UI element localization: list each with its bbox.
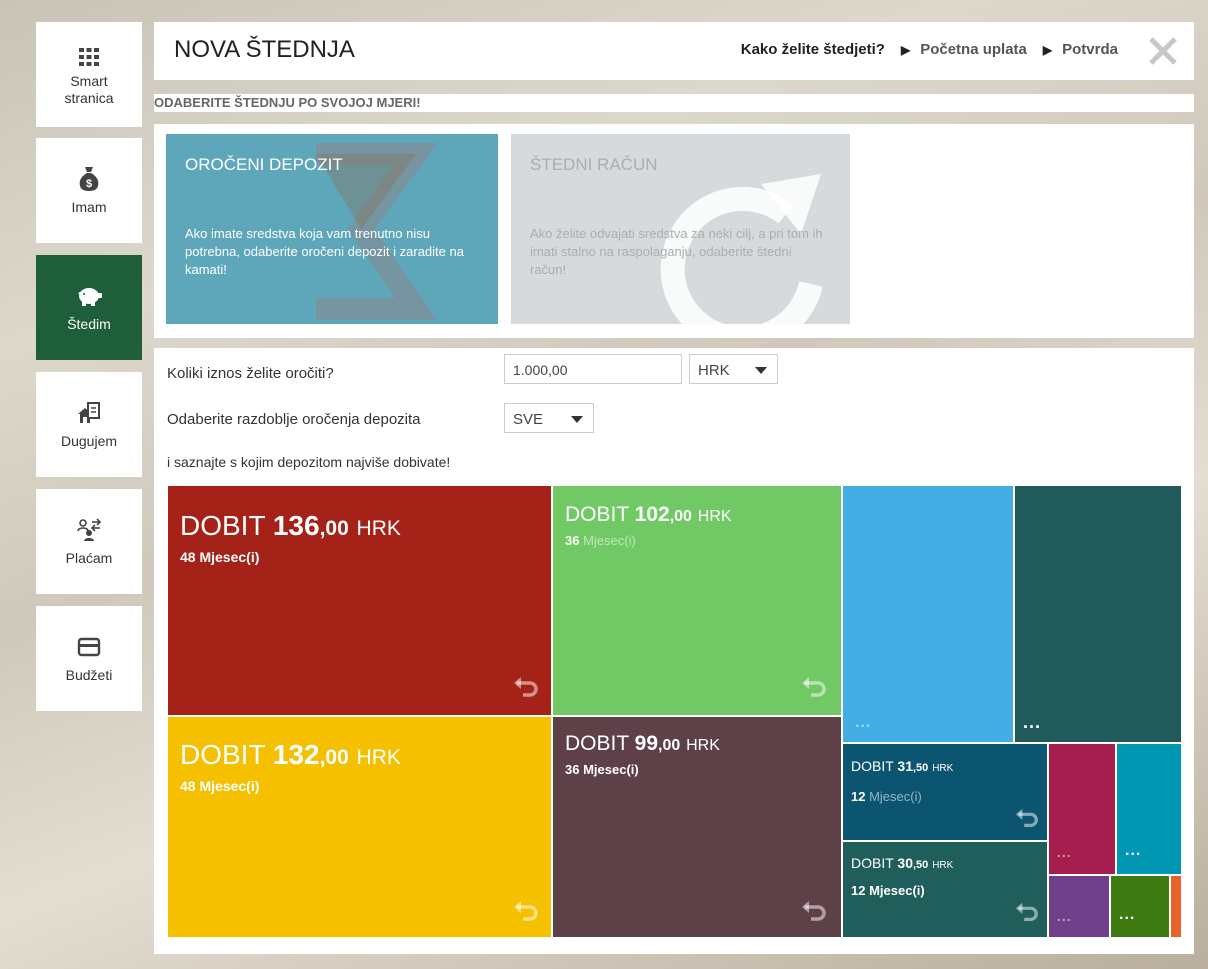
amount-input[interactable]: 1.000,00 [504,354,682,384]
close-icon[interactable] [1148,36,1178,66]
deposit-treemap: DOBIT 136,00 HRK 48 Mjesec(i) DOBIT 102,… [167,485,1182,938]
sidebar-item-stedim[interactable]: Štedim [36,255,142,360]
option-description: Ako želite odvajati sredstva za neki cil… [530,226,823,277]
savings-options: OROČENI DEPOZIT Ako imate sredstva koja … [154,124,1194,338]
subtitle-bar: ODABERITE ŠTEDNJU PO SVOJOJ MJERI! [154,94,1194,112]
undo-icon [514,677,538,697]
deposit-period: 36 Mjesec(i) [565,533,636,548]
deposit-tile[interactable]: DOBIT 136,00 HRK 48 Mjesec(i) [167,485,552,716]
step-initial-payment: Početna uplata [920,41,1027,58]
amount-label: Koliki iznos želite oročiti? [167,365,334,382]
deposit-profit: DOBIT 132,00 HRK [180,739,401,770]
option-term-deposit[interactable]: OROČENI DEPOZIT Ako imate sredstva koja … [166,134,498,324]
wizard-steps: Kako želite štedjeti? ▶ Početna uplata ▶… [741,41,1118,58]
page-title: NOVA ŠTEDNJA [174,36,355,63]
period-select[interactable]: SVE [504,403,594,433]
more-dots: ... [1125,842,1142,859]
hint-text: i saznajte s kojim depozitom najviše dob… [167,454,451,470]
sidebar-item-label: Dugujem [60,433,118,449]
option-savings-account[interactable]: ŠTEDNI RAČUN Ako želite odvajati sredstv… [511,134,850,324]
deposit-tile[interactable]: DOBIT 31,50 HRK 12 Mjesec(i) [842,743,1048,841]
period-value: SVE [513,411,544,428]
deposit-profit: DOBIT 102,00 HRK [565,503,732,526]
deposit-tile[interactable]: DOBIT 132,00 HRK 48 Mjesec(i) [167,716,552,938]
card-icon [77,633,101,661]
deposit-tile[interactable]: DOBIT 102,00 HRK 36 Mjesec(i) [552,485,842,716]
period-label: Odaberite razdoblje oročenja depozita [167,411,421,428]
sidebar-item-dugujem[interactable]: Dugujem [36,372,142,477]
deposit-period: 12 Mjesec(i) [851,789,922,804]
currency-value: HRK [698,362,730,379]
sidebar-item-label: Imam [71,199,107,215]
deposit-profit: DOBIT 136,00 HRK [180,510,401,541]
deposit-tile-small[interactable]: ... [1110,875,1170,938]
sidebar-item-budzeti[interactable]: Budžeti [36,606,142,711]
sidebar-item-smart-stranica[interactable]: Smart stranica [36,22,142,127]
deposit-profit: DOBIT 30,50 HRK [851,855,954,871]
option-title: OROČENI DEPOZIT [185,155,343,174]
sidebar-item-label: Plaćam [65,550,113,566]
deposit-tile-small[interactable]: ... [1048,743,1116,875]
deposit-tile[interactable]: DOBIT 30,50 HRK 12 Mjesec(i) [842,841,1048,938]
step-how-to-save: Kako želite štedjeti? [740,41,885,58]
undo-icon [1015,808,1038,827]
deposit-tile-small[interactable]: ... [1048,875,1110,938]
sidebar-item-imam[interactable]: $ Imam [36,138,142,243]
chevron-down-icon [755,367,767,374]
deposit-period: 48 Mjesec(i) [180,549,260,565]
sidebar-item-label: Štedim [67,316,111,332]
step-confirmation: Potvrda [1062,41,1118,58]
deposit-tile-small[interactable] [1170,875,1182,938]
header: NOVA ŠTEDNJA Kako želite štedjeti? ▶ Poč… [154,22,1194,80]
transfer-people-icon [76,516,102,544]
deposit-tile-small[interactable]: ... [1116,743,1182,875]
money-bag-icon: $ [78,165,100,193]
more-dots: ... [1119,906,1136,923]
undo-icon [802,901,826,921]
currency-select[interactable]: HRK [689,354,778,384]
chevron-down-icon [571,416,583,423]
piggy-bank-icon [75,282,103,310]
more-dots: ... [855,714,872,731]
undo-icon [1015,902,1038,921]
sidebar-item-placam[interactable]: Plaćam [36,489,142,594]
undo-icon [514,901,538,921]
deposit-period: 12 Mjesec(i) [851,883,925,898]
deposit-calculator: Koliki iznos želite oročiti? 1.000,00 HR… [154,348,1194,954]
more-dots: ... [1057,844,1072,860]
deposit-profit: DOBIT 99,00 HRK [565,732,720,755]
house-debt-icon [77,399,101,427]
option-title: ŠTEDNI RAČUN [530,155,658,174]
deposit-period: 36 Mjesec(i) [565,762,639,777]
more-dots: ... [1023,712,1042,732]
deposit-profit: DOBIT 31,50 HRK [851,758,954,774]
sidebar-item-label: stranica [64,89,114,106]
deposit-tile[interactable]: DOBIT 99,00 HRK 36 Mjesec(i) [552,716,842,938]
deposit-tile-small[interactable]: ... [1014,485,1182,743]
deposit-tile-small[interactable]: ... [842,485,1014,743]
section-subtitle: ODABERITE ŠTEDNJU PO SVOJOJ MJERI! [154,95,421,110]
svg-text:$: $ [86,178,92,190]
grid-icon [78,43,100,71]
step-arrow-icon: ▶ [1042,42,1053,57]
undo-icon [802,677,826,697]
sidebar-item-label: Smart [70,72,108,89]
option-description: Ako imate sredstva koja vam trenutno nis… [185,226,464,277]
more-dots: ... [1057,908,1072,924]
deposit-period: 48 Mjesec(i) [180,778,260,794]
sidebar-item-label: Budžeti [65,667,113,683]
step-arrow-icon: ▶ [900,42,911,57]
